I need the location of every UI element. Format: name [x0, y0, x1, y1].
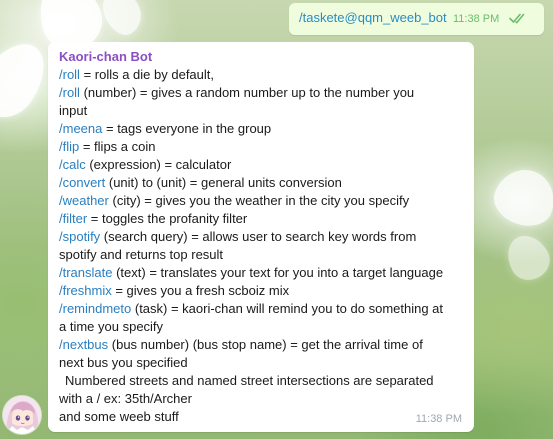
message-line-text: next bus you specified	[59, 355, 188, 370]
message-line: /convert (unit) to (unit) = general unit…	[59, 174, 462, 192]
message-line-text: (city) = gives you the weather in the ci…	[108, 193, 410, 208]
avatar[interactable]	[3, 396, 41, 434]
message-line-text: = gives you a fresh scboiz mix	[111, 283, 290, 298]
message-line-text: = rolls a die by default,	[79, 67, 215, 82]
incoming-message-time: 11:38 PM	[415, 413, 462, 425]
bot-command-link[interactable]: /calc	[59, 157, 86, 172]
message-line: /spotify (search query) = allows user to…	[59, 228, 462, 246]
message-line-text: (expression) = calculator	[85, 157, 232, 172]
bot-command-link[interactable]: /nextbus	[59, 337, 108, 352]
message-line: /filter = toggles the profanity filter	[59, 210, 462, 228]
message-line: and some weeb stuff	[59, 408, 462, 426]
message-body: /roll = rolls a die by default,/roll (nu…	[59, 66, 462, 426]
bot-command-link[interactable]: /roll	[59, 85, 80, 100]
bot-command-link[interactable]: /meena	[59, 121, 102, 136]
message-line: a time you specify	[59, 318, 462, 336]
outgoing-message-text: /taskete@qqm_weeb_bot	[299, 10, 447, 25]
message-line: /nextbus (bus number) (bus stop name) = …	[59, 336, 462, 354]
message-line: /weather (city) = gives you the weather …	[59, 192, 462, 210]
message-line: /roll (number) = gives a random number u…	[59, 84, 462, 102]
message-line: /freshmix = gives you a fresh scboiz mix	[59, 282, 462, 300]
sender-name[interactable]: Kaori-chan Bot	[59, 49, 462, 65]
bot-command-link[interactable]: /translate	[59, 265, 112, 280]
message-line: /remindmeto (task) = kaori-chan will rem…	[59, 300, 462, 318]
bot-command-link[interactable]: /spotify	[59, 229, 100, 244]
message-line-text: Numbered streets and named street inters…	[65, 373, 434, 388]
message-line: input	[59, 102, 462, 120]
message-line-text: spotify and returns top result	[59, 247, 224, 262]
background-petal	[96, 0, 149, 41]
message-line-text: and some weeb stuff	[59, 409, 179, 424]
double-check-icon	[509, 13, 525, 24]
message-line-text: = flips a coin	[79, 139, 156, 154]
bot-command-link[interactable]: /roll	[59, 67, 80, 82]
background-petal	[487, 161, 553, 234]
incoming-message[interactable]: Kaori-chan Bot /roll = rolls a die by de…	[48, 42, 474, 432]
message-line: next bus you specified	[59, 354, 462, 372]
message-line: /meena = tags everyone in the group	[59, 120, 462, 138]
message-line: /calc (expression) = calculator	[59, 156, 462, 174]
message-line: /translate (text) = translates your text…	[59, 264, 462, 282]
message-line-text: (unit) to (unit) = general units convers…	[105, 175, 342, 190]
outgoing-message[interactable]: /taskete@qqm_weeb_bot 11:38 PM	[289, 3, 544, 35]
message-line-text: (search query) = allows user to search k…	[100, 229, 417, 244]
background-petal	[499, 228, 553, 287]
message-line-text: (number) = gives a random number up to t…	[79, 85, 415, 100]
message-line-text: (text) = translates your text for you in…	[112, 265, 444, 280]
bot-command-link[interactable]: /weather	[59, 193, 109, 208]
outgoing-message-time: 11:38 PM	[453, 13, 500, 25]
anime-girl-avatar-icon	[3, 396, 41, 434]
message-line: /flip = flips a coin	[59, 138, 462, 156]
message-line-text: = tags everyone in the group	[102, 121, 272, 136]
message-line-text: = toggles the profanity filter	[87, 211, 248, 226]
bot-command-link[interactable]: /flip	[59, 139, 79, 154]
message-line: /roll = rolls a die by default,	[59, 66, 462, 84]
chat-background: /taskete@qqm_weeb_bot 11:38 PM Kaori-cha…	[0, 0, 553, 439]
message-line: with a / ex: 35th/Archer	[59, 390, 462, 408]
bot-command-link[interactable]: /convert	[59, 175, 105, 190]
message-line-text: (task) = kaori-chan will remind you to d…	[131, 301, 444, 316]
bot-command-link[interactable]: /freshmix	[59, 283, 112, 298]
message-line-text: with a / ex: 35th/Archer	[59, 391, 192, 406]
bot-command-link[interactable]: /filter	[59, 211, 87, 226]
message-line-text: input	[59, 103, 88, 118]
bot-command-link[interactable]: /remindmeto	[59, 301, 131, 316]
message-line-text: (bus number) (bus stop name) = get the a…	[108, 337, 423, 352]
message-line: Numbered streets and named street inters…	[59, 372, 462, 390]
message-line: spotify and returns top result	[59, 246, 462, 264]
message-line-text: a time you specify	[59, 319, 164, 334]
